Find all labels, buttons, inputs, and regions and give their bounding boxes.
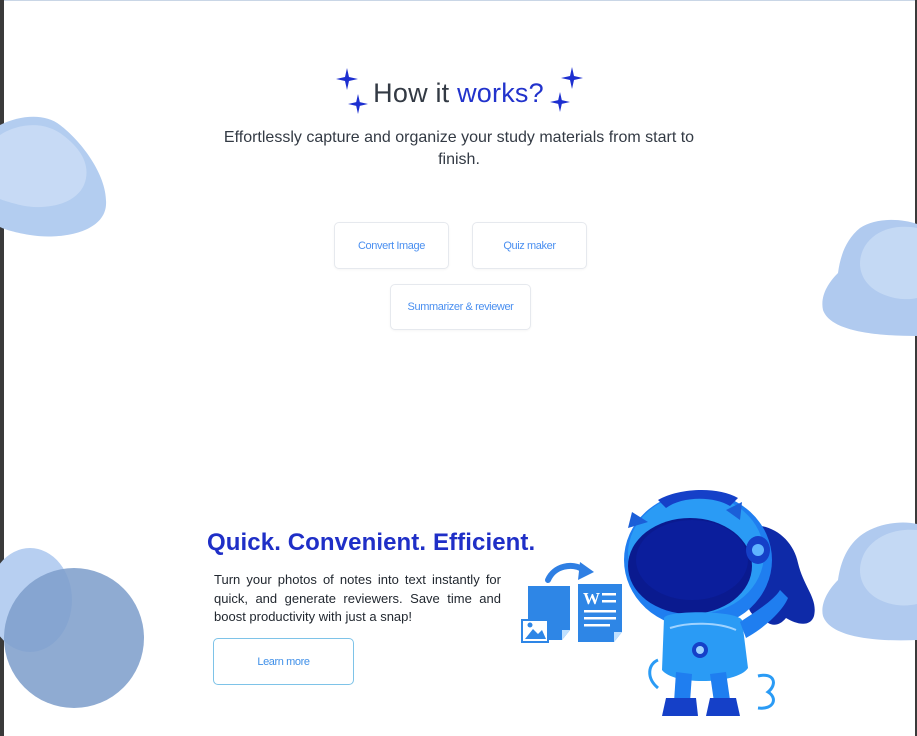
image-file-icon <box>521 586 570 643</box>
blob-bottom-left <box>0 548 144 708</box>
sparkle-icon <box>336 68 358 90</box>
word-document-icon: W <box>578 584 622 642</box>
tab-summarizer-reviewer[interactable]: Summarizer & reviewer <box>390 284 531 330</box>
title-plain: How it <box>373 78 458 108</box>
tab-quiz-maker[interactable]: Quiz maker <box>472 222 587 269</box>
blob-right-top <box>822 219 917 336</box>
blob-right-bottom <box>822 522 917 641</box>
feature-headline: Quick. Convenient. Efficient. <box>207 529 536 556</box>
how-it-works-heading: How it works? <box>0 67 917 120</box>
convert-arrow-icon <box>545 562 594 583</box>
sparkle-icon <box>550 92 570 112</box>
feature-description: Turn your photos of notes into text inst… <box>214 572 501 624</box>
window-top-border <box>0 0 917 1</box>
title-accent: works? <box>457 78 544 108</box>
image-to-text-illustration: W <box>521 562 622 643</box>
learn-more-button[interactable]: Learn more <box>213 638 354 685</box>
page-title: How it works? <box>373 78 544 109</box>
blob-top-left <box>0 116 107 237</box>
section-subtitle: Effortlessly capture and organize your s… <box>223 129 695 168</box>
astronaut-mascot <box>624 489 815 716</box>
tab-convert-image[interactable]: Convert Image <box>334 222 449 269</box>
sparkle-icon <box>561 67 583 89</box>
sparkle-icon <box>348 94 368 114</box>
svg-text:W: W <box>583 589 600 608</box>
